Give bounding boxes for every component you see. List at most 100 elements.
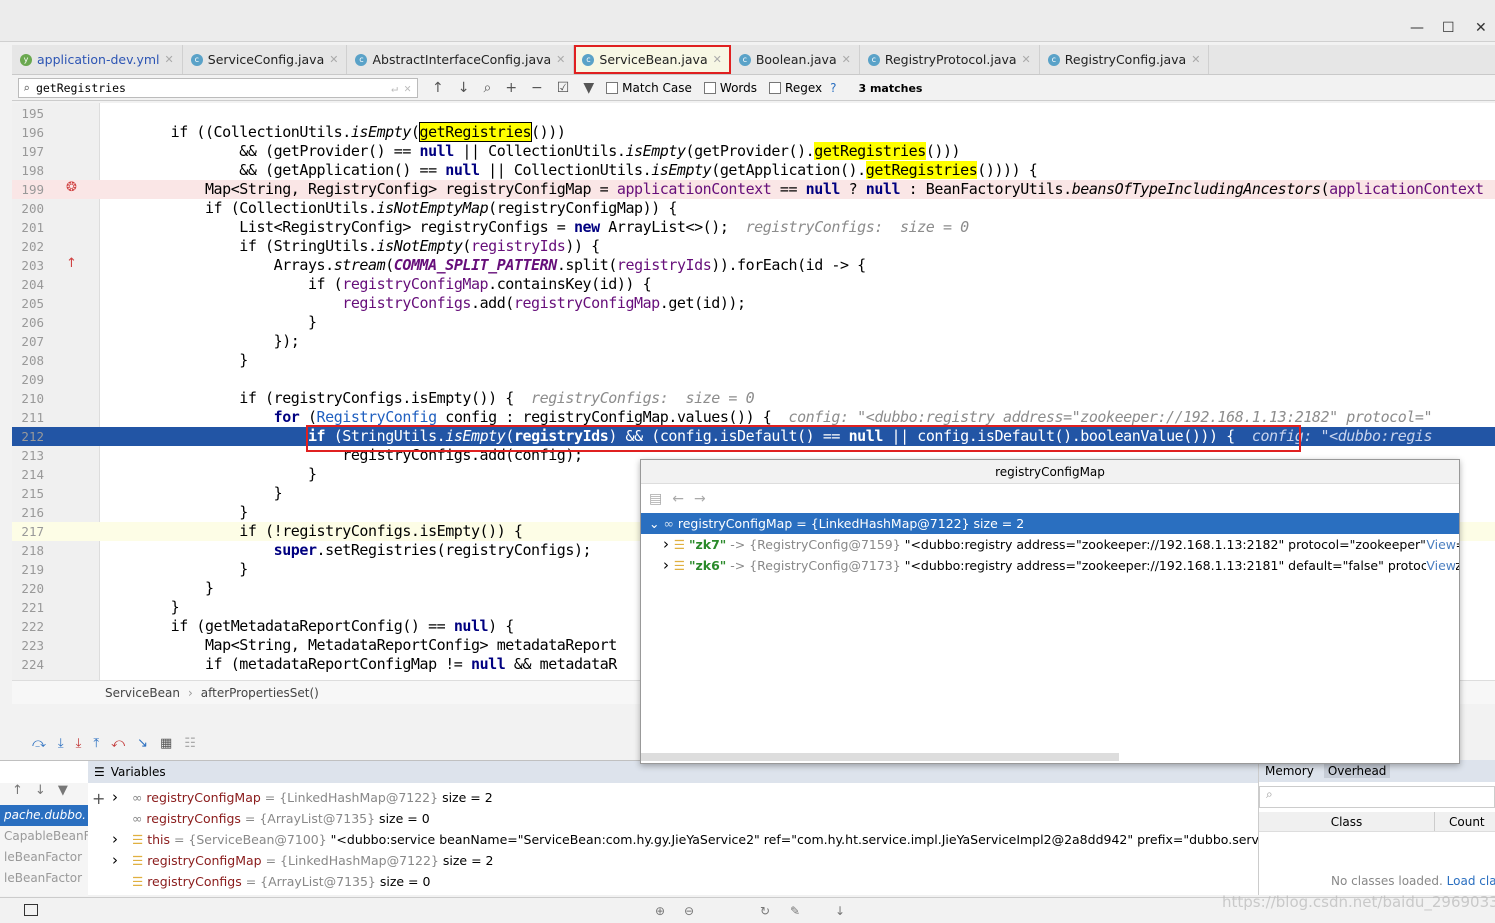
- words-checkbox[interactable]: Words: [703, 81, 757, 95]
- breadcrumb-class[interactable]: ServiceBean: [105, 686, 180, 700]
- match-case-checkbox[interactable]: Match Case: [606, 81, 692, 95]
- map-entry-row[interactable]: › ☰ "zk6" -> {RegistryConfig@7173} "<dub…: [641, 555, 1459, 576]
- variable-row[interactable]: › ∞ registryConfigMap = {LinkedHashMap@71…: [112, 787, 1252, 808]
- close-tab-icon[interactable]: ✕: [1191, 53, 1200, 66]
- tab-servicebean-java[interactable]: c ServiceBean.java ✕: [574, 45, 731, 74]
- breakpoint-icon[interactable]: ❂: [66, 180, 77, 195]
- expand-icon[interactable]: ›: [663, 556, 674, 574]
- maximize-button[interactable]: ☐: [1442, 20, 1455, 36]
- view-link[interactable]: View: [1426, 555, 1456, 576]
- edit-icon[interactable]: ✎: [790, 904, 800, 918]
- class-search-input[interactable]: ⌕: [1259, 786, 1495, 808]
- close-tab-icon[interactable]: ✕: [329, 53, 338, 66]
- filter-frames-icon[interactable]: ▼: [58, 783, 68, 805]
- memory-tab[interactable]: Memory: [1265, 764, 1314, 778]
- code-line[interactable]: 198 && (getApplication() == null || Coll…: [12, 161, 1495, 180]
- search-input[interactable]: ⌕ getRegistries ↵ ✕: [18, 78, 418, 98]
- refresh-icon[interactable]: ↻: [760, 904, 770, 918]
- load-classes-link[interactable]: Load cla: [1447, 874, 1495, 888]
- code-line[interactable]: 209: [12, 370, 1495, 389]
- filter-icon[interactable]: ▼: [583, 80, 594, 96]
- expand-icon[interactable]: ›: [112, 829, 132, 850]
- layout-icon[interactable]: [24, 904, 38, 916]
- frame-item[interactable]: CapableBeanF: [0, 826, 88, 847]
- code-line[interactable]: 207 });: [12, 332, 1495, 351]
- clear-search-icon[interactable]: ✕: [404, 81, 411, 95]
- close-tab-icon[interactable]: ✕: [556, 53, 565, 66]
- code-token: Arrays.: [102, 256, 335, 274]
- code-line[interactable]: 206 }: [12, 313, 1495, 332]
- force-step-into-icon[interactable]: ⤓: [76, 736, 82, 751]
- popup-scrollbar[interactable]: [641, 753, 1119, 761]
- code-line[interactable]: 204 if (registryConfigMap.containsKey(id…: [12, 275, 1495, 294]
- tab-boolean-java[interactable]: c Boolean.java ✕: [731, 45, 860, 74]
- code-line[interactable]: 196 if ((CollectionUtils.isEmpty(getRegi…: [12, 122, 1495, 142]
- remove-selection-button[interactable]: −: [531, 80, 543, 96]
- close-tab-icon[interactable]: ✕: [1022, 53, 1031, 66]
- evaluate-expression-icon[interactable]: ▦: [160, 736, 172, 751]
- add-selection-button[interactable]: +: [505, 80, 517, 96]
- overhead-tab[interactable]: Overhead: [1323, 764, 1391, 778]
- minimize-button[interactable]: —: [1410, 20, 1424, 36]
- frame-item[interactable]: leBeanFactor: [0, 847, 88, 868]
- code-line[interactable]: 199 Map<String, RegistryConfig> registry…: [12, 180, 1495, 199]
- regex-help-link[interactable]: ?: [830, 81, 836, 95]
- frame-item[interactable]: leBeanFactor: [0, 868, 88, 889]
- code-line[interactable]: 208 }: [12, 351, 1495, 370]
- variable-row[interactable]: › ☰ registryConfigMap = {LinkedHashMap@71…: [112, 850, 1252, 871]
- frame-down-icon[interactable]: ↓: [35, 783, 46, 805]
- find-all-button[interactable]: ⌕: [483, 80, 491, 96]
- view-link[interactable]: View: [1426, 534, 1456, 555]
- variable-row[interactable]: ☰ registryConfigs = {ArrayList@7135} siz…: [112, 871, 1252, 892]
- tab-registryprotocol-java[interactable]: c RegistryProtocol.java ✕: [860, 45, 1040, 74]
- code-line[interactable]: 205 registryConfigs.add(registryConfigMa…: [12, 294, 1495, 313]
- frames-list[interactable]: ↑ ↓ ▼ pache.dubbo. CapableBeanF leBeanFacto…: [0, 783, 88, 896]
- add-watch-button[interactable]: +: [92, 789, 105, 808]
- step-out-icon[interactable]: ⤒: [93, 736, 99, 751]
- close-tab-icon[interactable]: ✕: [842, 53, 851, 66]
- variable-row[interactable]: › ☰ this = {ServiceBean@7100} "<dubbo:ser…: [112, 829, 1367, 850]
- step-into-icon[interactable]: ⤓: [58, 736, 64, 751]
- close-tab-icon[interactable]: ✕: [165, 53, 174, 66]
- map-entry-row[interactable]: › ☰ "zk7" -> {RegistryConfig@7159} "<dub…: [641, 534, 1459, 555]
- breadcrumb-method[interactable]: afterPropertiesSet(): [201, 686, 319, 700]
- column-count[interactable]: Count: [1435, 812, 1485, 831]
- run-to-cursor-icon[interactable]: ↘: [137, 736, 148, 751]
- close-tab-icon[interactable]: ✕: [713, 53, 722, 66]
- back-icon[interactable]: ←: [672, 491, 684, 507]
- select-all-occurrences-button[interactable]: ☑: [557, 80, 570, 96]
- expand-icon[interactable]: ›: [663, 535, 674, 553]
- popup-root-row[interactable]: ⌄ ∞ registryConfigMap = {LinkedHashMap@7…: [641, 513, 1459, 534]
- tab-registryconfig-java[interactable]: c RegistryConfig.java ✕: [1040, 45, 1210, 74]
- code-line[interactable]: 201 List<RegistryConfig> registryConfigs…: [12, 218, 1495, 237]
- collapse-icon[interactable]: ⌄: [649, 516, 659, 531]
- tab-abstractinterfaceconfig-java[interactable]: c AbstractInterfaceConfig.java ✕: [347, 45, 575, 74]
- trace-icon[interactable]: ☷: [184, 736, 196, 751]
- code-line[interactable]: 210 if (registryConfigs.isEmpty()) { reg…: [12, 389, 1495, 408]
- code-line[interactable]: 200 if (CollectionUtils.isNotEmptyMap(re…: [12, 199, 1495, 218]
- code-line[interactable]: 195: [12, 104, 1495, 123]
- expand-icon[interactable]: ›: [112, 787, 132, 808]
- close-window-button[interactable]: ✕: [1475, 20, 1487, 36]
- expand-icon[interactable]: ›: [112, 850, 132, 871]
- regex-checkbox[interactable]: Regex: [769, 81, 822, 95]
- frame-up-icon[interactable]: ↑: [12, 783, 23, 805]
- previous-match-button[interactable]: ↑: [432, 80, 444, 96]
- next-match-button[interactable]: ↓: [458, 80, 470, 96]
- navigate-icon[interactable]: ▤: [649, 491, 662, 507]
- zoom-out-icon[interactable]: ⊖: [684, 904, 694, 918]
- code-line[interactable]: 197 && (getProvider() == null || Collect…: [12, 142, 1495, 161]
- override-marker-icon[interactable]: ↑: [66, 256, 77, 271]
- step-over-icon[interactable]: ⤼: [32, 736, 46, 751]
- tab-serviceconfig-java[interactable]: c ServiceConfig.java ✕: [183, 45, 348, 74]
- drop-frame-icon[interactable]: ⤺: [111, 736, 125, 751]
- forward-icon[interactable]: →: [694, 491, 706, 507]
- variable-row[interactable]: ∞ registryConfigs = {ArrayList@7135} siz…: [112, 808, 1252, 829]
- tab-application-dev-yml[interactable]: y application-dev.yml ✕: [12, 45, 183, 74]
- code-line[interactable]: 202 if (StringUtils.isNotEmpty(registryI…: [12, 237, 1495, 256]
- download-icon[interactable]: ↓: [835, 904, 845, 918]
- column-class[interactable]: Class: [1259, 812, 1435, 831]
- frame-item-selected[interactable]: pache.dubbo.: [0, 805, 88, 826]
- code-line[interactable]: 203 Arrays.stream(COMMA_SPLIT_PATTERN.sp…: [12, 256, 1495, 275]
- zoom-in-icon[interactable]: ⊕: [655, 904, 665, 918]
